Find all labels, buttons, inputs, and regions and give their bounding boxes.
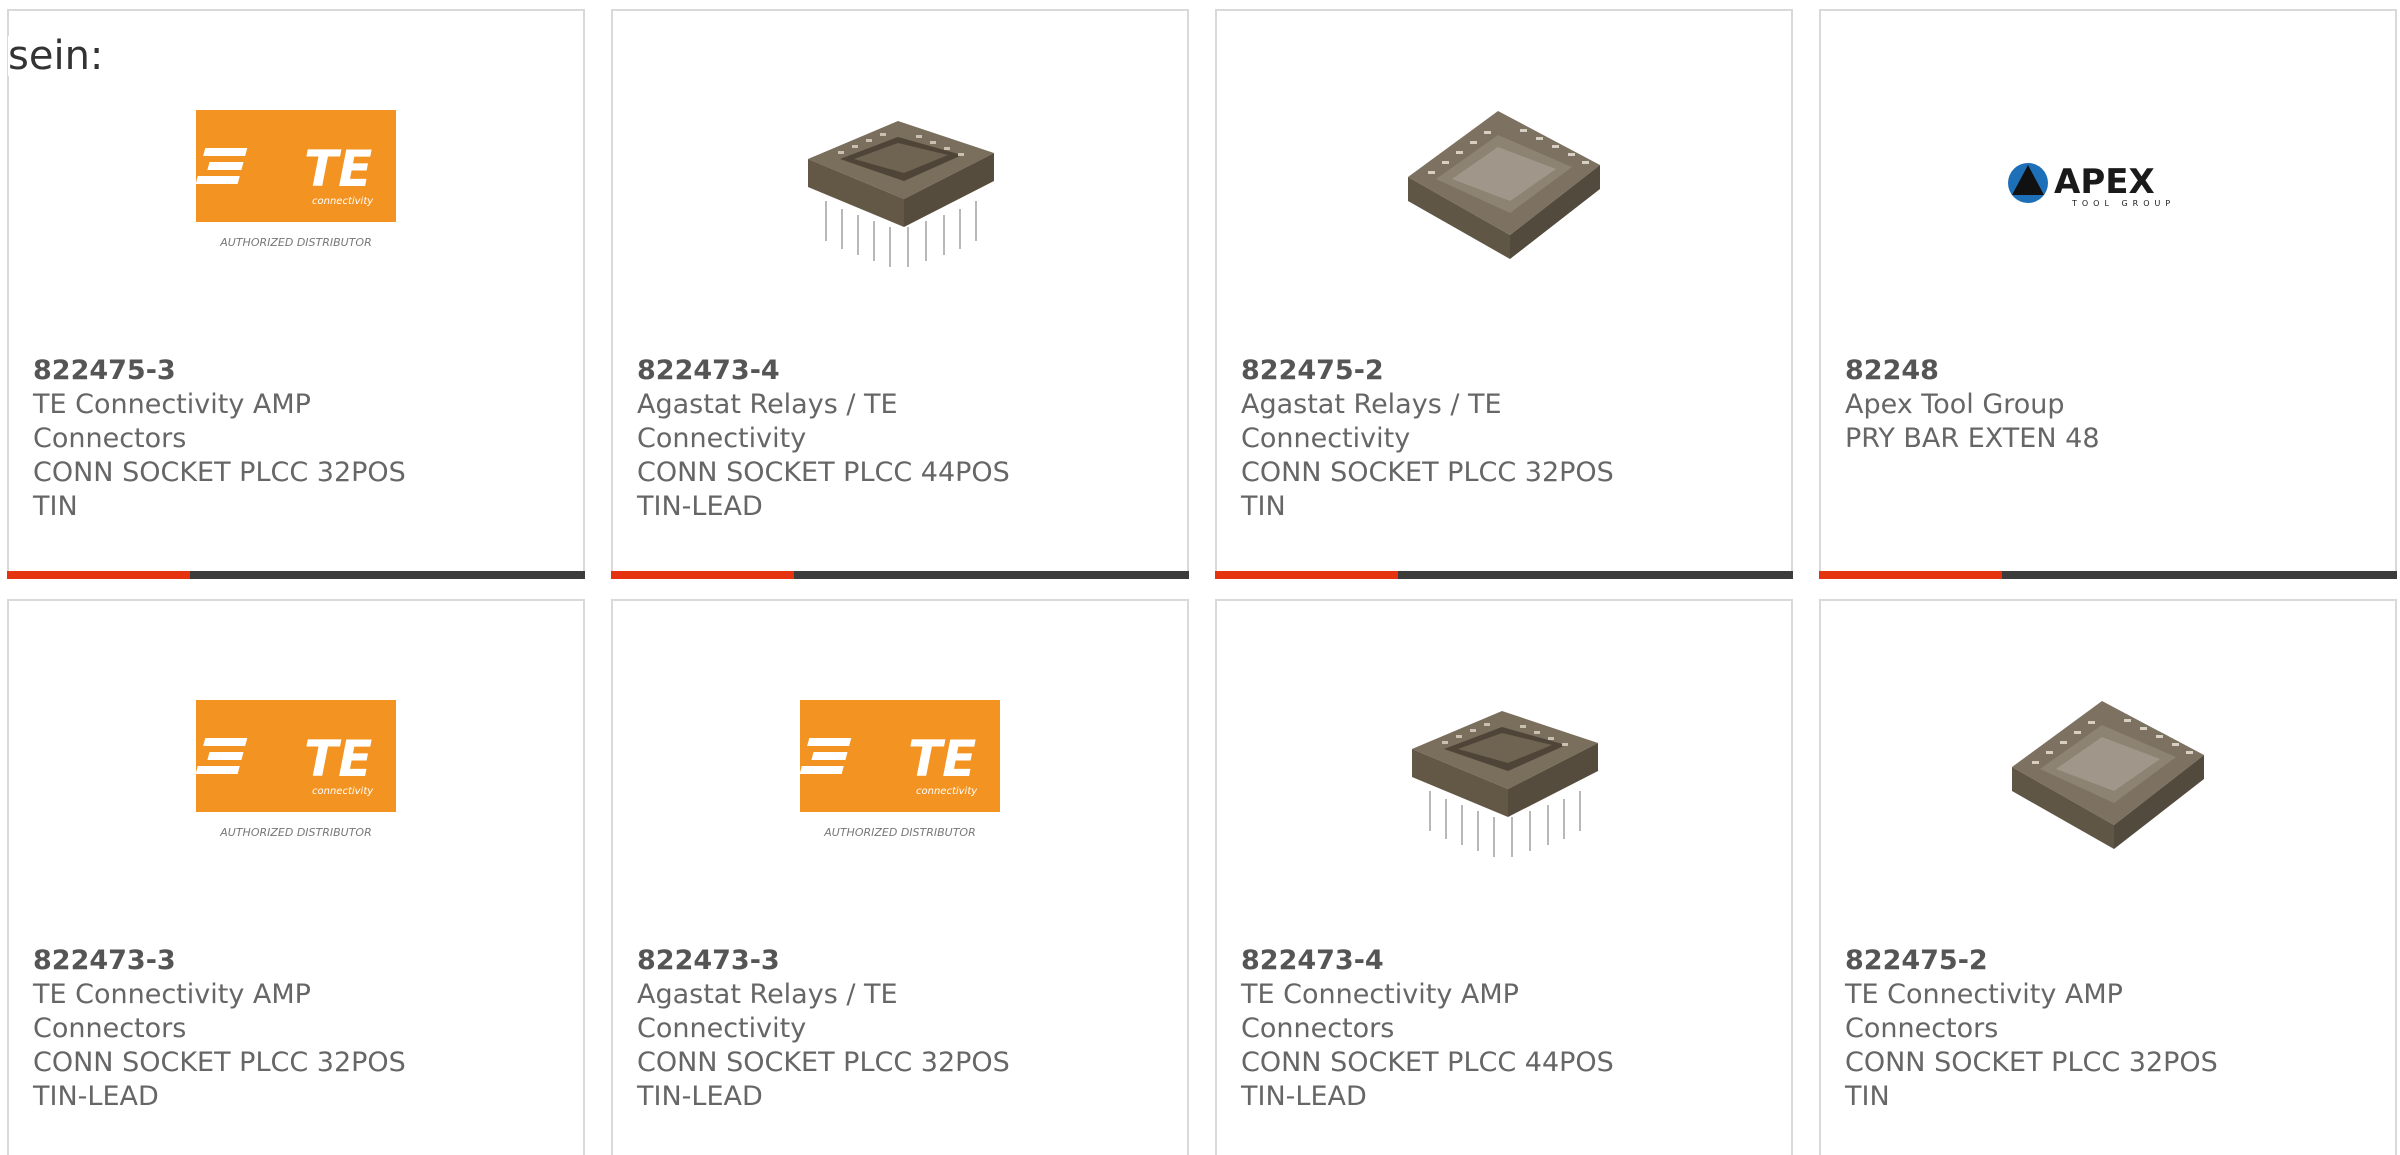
product-card[interactable]: TE connectivity AUTHORIZED DISTRIBUTOR 8… xyxy=(7,599,585,1155)
manufacturer-name: TE Connectivity AMP Connectors xyxy=(1845,979,2123,1044)
svg-text:TOOL GROUP: TOOL GROUP xyxy=(2071,199,2175,208)
product-card[interactable]: 822475-2 Agastat Relays / TE Connectivit… xyxy=(1215,9,1793,579)
part-number[interactable]: 822475-2 xyxy=(1845,944,2265,978)
product-description: CONN SOCKET PLCC 44POS TIN-LEAD xyxy=(637,457,1010,522)
product-card[interactable]: 822475-2 TE Connectivity AMP Connectors … xyxy=(1819,599,2397,1155)
manufacturer-name: TE Connectivity AMP Connectors xyxy=(1241,979,1519,1044)
product-description: CONN SOCKET PLCC 44POS TIN-LEAD xyxy=(1241,1047,1614,1112)
plcc-socket-pins-icon xyxy=(1402,671,1606,875)
intro-text: sein: xyxy=(8,33,104,79)
part-number[interactable]: 82248 xyxy=(1845,354,2265,388)
manufacturer-name: Agastat Relays / TE Connectivity xyxy=(1241,389,1502,454)
manufacturer-name: TE Connectivity AMP Connectors xyxy=(33,979,311,1044)
part-number[interactable]: 822473-4 xyxy=(637,354,1057,388)
product-description: CONN SOCKET PLCC 32POS TIN xyxy=(33,457,406,522)
svg-text:AUTHORIZED DISTRIBUTOR: AUTHORIZED DISTRIBUTOR xyxy=(823,826,976,839)
svg-text:AUTHORIZED DISTRIBUTOR: AUTHORIZED DISTRIBUTOR xyxy=(219,236,372,249)
manufacturer-name: Agastat Relays / TE Connectivity xyxy=(637,979,898,1044)
apex-logo-icon: APEX TOOL GROUP xyxy=(2006,81,2210,285)
plcc-socket-icon xyxy=(2006,671,2210,875)
te-logo-icon: TE connectivity AUTHORIZED DISTRIBUTOR xyxy=(798,671,1002,875)
card-bar xyxy=(611,571,1189,579)
product-card[interactable]: APEX TOOL GROUP 82248 Apex Tool Group PR… xyxy=(1819,9,2397,579)
part-number[interactable]: 822473-4 xyxy=(1241,944,1661,978)
svg-text:connectivity: connectivity xyxy=(916,786,978,797)
svg-text:connectivity: connectivity xyxy=(312,196,374,207)
card-bar xyxy=(7,571,585,579)
card-bar xyxy=(1819,571,2397,579)
manufacturer-name: TE Connectivity AMP Connectors xyxy=(33,389,311,454)
product-card[interactable]: 822473-4 TE Connectivity AMP Connectors … xyxy=(1215,599,1793,1155)
card-bar xyxy=(1215,571,1793,579)
product-card[interactable]: 822473-4 Agastat Relays / TE Connectivit… xyxy=(611,9,1189,579)
manufacturer-name: Agastat Relays / TE Connectivity xyxy=(637,389,898,454)
product-card[interactable]: TE connectivity AUTHORIZED DISTRIBUTOR 8… xyxy=(611,599,1189,1155)
product-card[interactable]: TE connectivity AUTHORIZED DISTRIBUTOR 8… xyxy=(7,9,585,579)
product-description: CONN SOCKET PLCC 32POS TIN-LEAD xyxy=(33,1047,406,1112)
manufacturer-name: Apex Tool Group xyxy=(1845,389,2065,420)
product-description: CONN SOCKET PLCC 32POS TIN-LEAD xyxy=(637,1047,1010,1112)
part-number[interactable]: 822475-2 xyxy=(1241,354,1661,388)
te-logo-icon: TE connectivity AUTHORIZED DISTRIBUTOR xyxy=(194,671,398,875)
product-grid-page: sein: TE connectivity AUTHORIZED DISTRIB… xyxy=(0,0,2400,1155)
svg-text:TE: TE xyxy=(304,730,372,788)
svg-text:TE: TE xyxy=(304,140,372,198)
part-number[interactable]: 822473-3 xyxy=(637,944,1057,978)
part-number[interactable]: 822473-3 xyxy=(33,944,453,978)
svg-text:connectivity: connectivity xyxy=(312,786,374,797)
part-number[interactable]: 822475-3 xyxy=(33,354,453,388)
svg-text:APEX: APEX xyxy=(2054,162,2155,202)
svg-text:TE: TE xyxy=(908,730,976,788)
product-description: CONN SOCKET PLCC 32POS TIN xyxy=(1845,1047,2218,1112)
product-description: CONN SOCKET PLCC 32POS TIN xyxy=(1241,457,1614,522)
plcc-socket-pins-icon xyxy=(798,81,1002,285)
plcc-socket-icon xyxy=(1402,81,1606,285)
svg-text:AUTHORIZED DISTRIBUTOR: AUTHORIZED DISTRIBUTOR xyxy=(219,826,372,839)
product-description: PRY BAR EXTEN 48 xyxy=(1845,423,2100,454)
te-logo-icon: TE connectivity AUTHORIZED DISTRIBUTOR xyxy=(194,81,398,285)
